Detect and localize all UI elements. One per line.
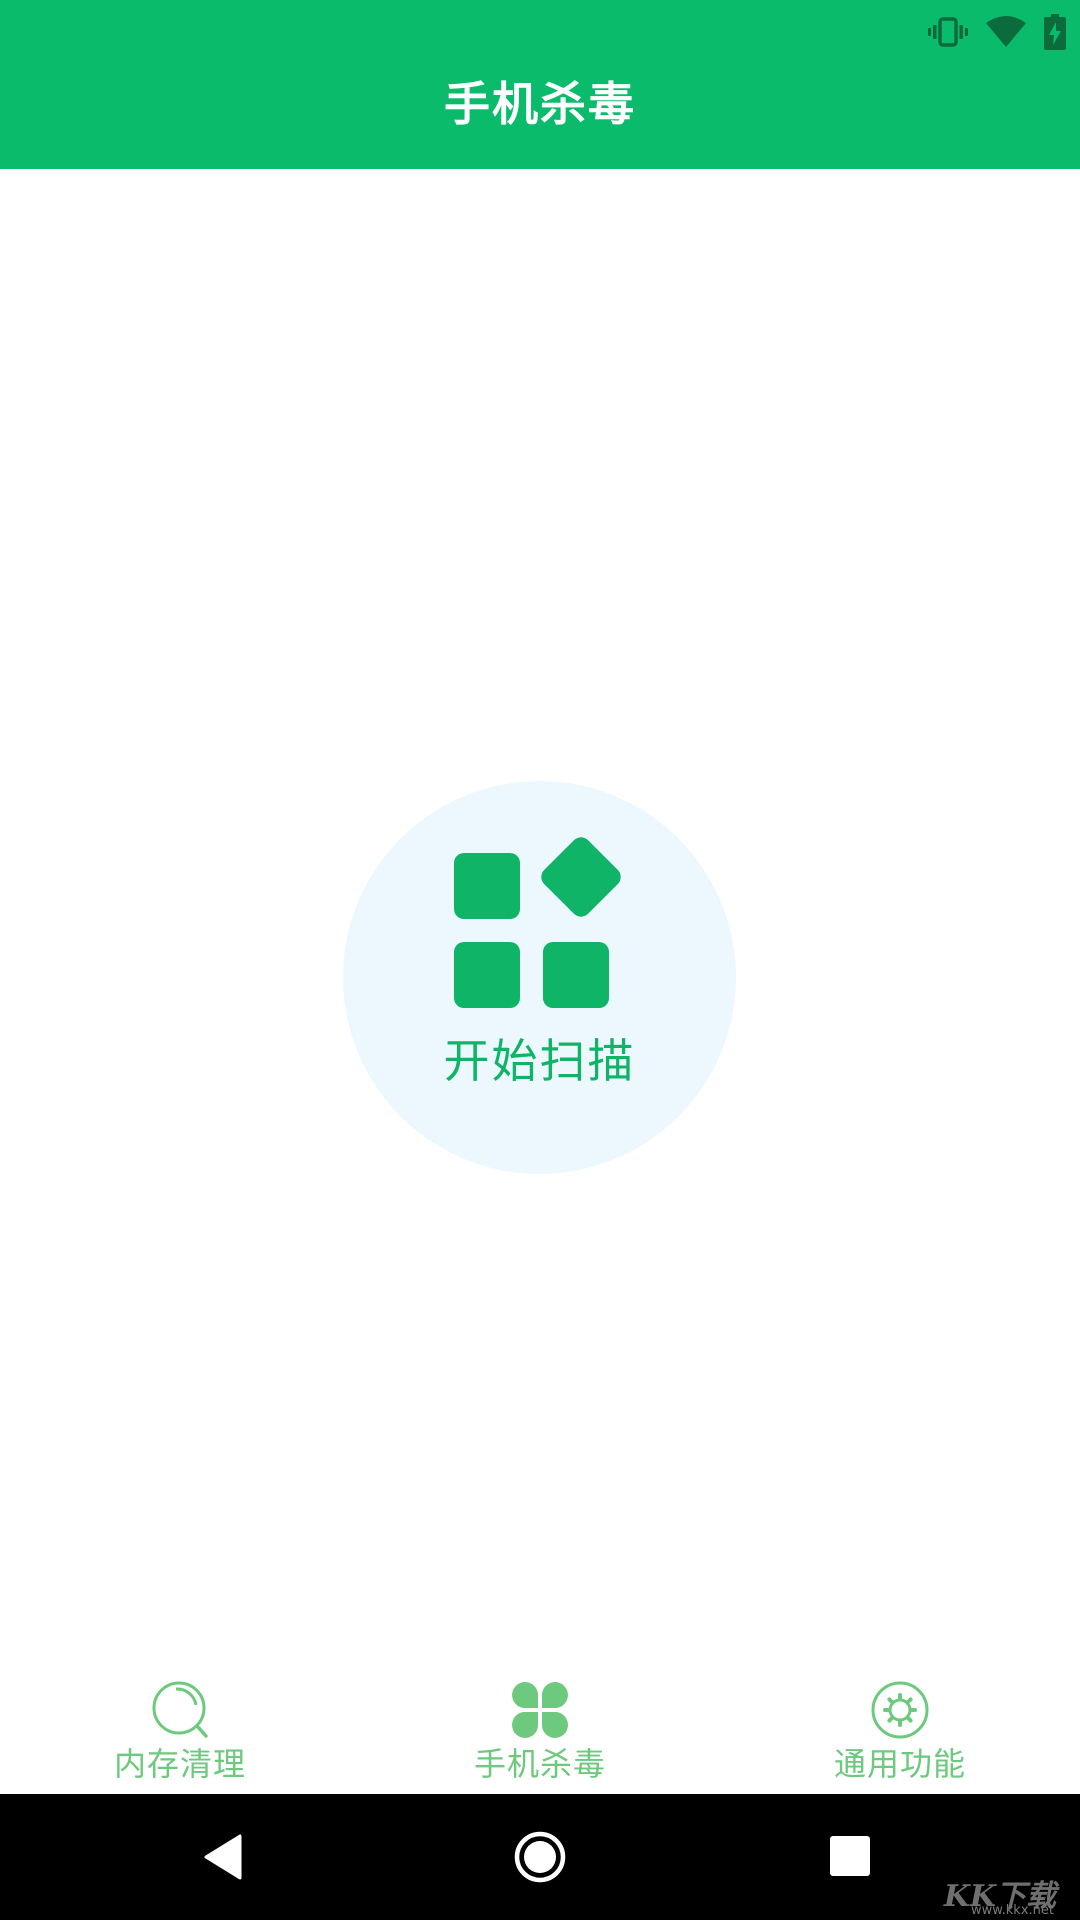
tab-label: 手机杀毒 (473, 1745, 606, 1783)
start-scan-label: 开始扫描 (443, 1034, 636, 1088)
wifi-icon (986, 16, 1026, 48)
bottom-tab-bar: 内存清理 手机杀毒 通用功能 (0, 1660, 1080, 1794)
tab-antivirus[interactable]: 手机杀毒 (440, 1660, 640, 1794)
screen: 手机杀毒 开始扫描 内存清理 手机杀毒 通用功能 KK下载 www.kkx.ne… (0, 0, 1080, 1920)
vibrate-icon (928, 17, 968, 47)
back-icon[interactable] (196, 1827, 256, 1887)
page-title: 手机杀毒 (444, 77, 636, 131)
apps-grid-icon (454, 837, 621, 1008)
start-scan-button[interactable]: 开始扫描 (343, 781, 736, 1174)
watermark-url: www.kkx.net (970, 1903, 1054, 1918)
search-icon (152, 1681, 208, 1738)
tab-memory-clean[interactable]: 内存清理 (80, 1660, 280, 1794)
clover-icon (512, 1682, 568, 1738)
battery-charging-icon (1044, 14, 1066, 50)
status-bar (928, 12, 1066, 52)
system-nav-bar: KK下载 www.kkx.net (0, 1794, 1080, 1920)
settings-gear-icon (871, 1681, 929, 1739)
home-icon[interactable] (510, 1827, 570, 1887)
tab-label: 内存清理 (113, 1745, 246, 1783)
app-header: 手机杀毒 (0, 0, 1080, 169)
tab-general-functions[interactable]: 通用功能 (800, 1660, 1000, 1794)
tab-label: 通用功能 (833, 1745, 966, 1783)
recents-icon[interactable] (821, 1827, 881, 1887)
